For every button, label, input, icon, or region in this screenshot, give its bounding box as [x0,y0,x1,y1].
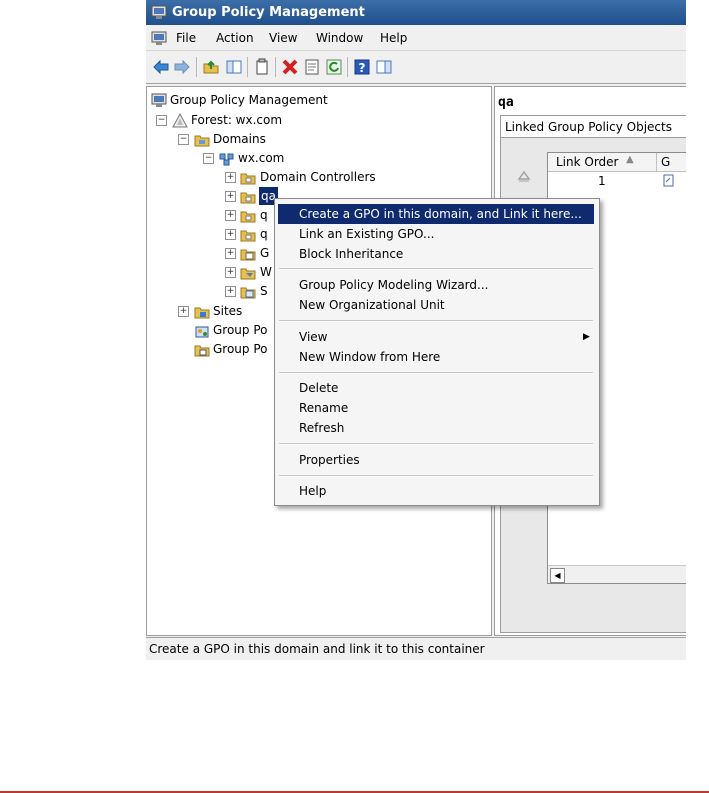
tree-domain-controllers-label[interactable]: Domain Controllers [260,168,376,186]
expand-toggle[interactable]: + [225,229,236,240]
domains-folder-icon [194,135,210,147]
show-action-pane-icon[interactable] [375,58,393,76]
submenu-arrow-icon: ▶ [583,332,590,342]
menu-new-ou[interactable]: New Organizational Unit [278,295,594,315]
gpmc-app-icon [151,5,167,19]
toolbar-separator [196,57,197,77]
column-header-link-order[interactable]: Link Order ▲ [548,153,657,172]
menu-action[interactable]: Action [216,31,254,45]
menu-bar: File Action View Window Help [146,25,686,51]
tree-sites-label[interactable]: Sites [213,302,242,320]
horizontal-scrollbar[interactable]: ◀ [548,565,686,583]
gp-modeling-icon [195,326,209,338]
menu-properties[interactable]: Properties [278,450,594,470]
menu-new-window-from-here[interactable]: New Window from Here [278,347,594,367]
system-menu-icon[interactable] [151,30,167,46]
wmi-filter-folder-icon [240,268,256,280]
tree-g-label[interactable]: G [260,244,269,262]
delete-icon[interactable] [281,58,299,76]
forward-arrow-icon[interactable] [173,58,191,76]
menu-link-existing-gpo[interactable]: Link an Existing GPO... [278,224,594,244]
expand-toggle[interactable]: + [225,248,236,259]
collapse-toggle[interactable]: − [156,115,167,126]
ou-folder-icon [240,173,256,185]
tree-w-label[interactable]: W [260,263,272,281]
status-text: Create a GPO in this domain and link it … [149,642,485,656]
menu-separator [279,443,593,445]
menu-window[interactable]: Window [316,31,363,45]
up-folder-icon[interactable] [202,58,220,76]
refresh-icon[interactable] [325,58,343,76]
tree-q-label[interactable]: q [260,206,268,224]
forest-icon [172,113,188,128]
tree-s-label[interactable]: S [260,282,268,300]
sites-icon [194,307,210,319]
menu-view[interactable]: View ▶ [278,327,594,347]
ou-folder-icon [240,230,256,242]
toolbar-separator [247,57,248,77]
tree-gp-results-label[interactable]: Group Po [213,340,268,358]
menu-separator [279,268,593,270]
menu-file[interactable]: File [176,31,196,45]
expand-toggle[interactable]: + [225,286,236,297]
status-bar: Create a GPO in this domain and link it … [146,637,686,660]
scroll-left-arrow-icon[interactable]: ◀ [550,568,565,583]
expand-toggle[interactable]: + [225,267,236,278]
expand-toggle[interactable]: + [225,210,236,221]
menu-rename[interactable]: Rename [278,398,594,418]
context-menu: Create a GPO in this domain, and Link it… [274,198,600,506]
details-header: qa [498,95,514,110]
menu-separator [279,372,593,374]
menu-gp-modeling-wizard[interactable]: Group Policy Modeling Wizard... [278,275,594,295]
show-hide-tree-icon[interactable] [225,58,243,76]
gpo-folder-icon [240,249,256,261]
tree-gp-modeling-label[interactable]: Group Po [213,321,268,339]
tree-domain-label[interactable]: wx.com [238,149,284,167]
tree-domains-label[interactable]: Domains [213,130,266,148]
toolbar-separator [347,57,348,77]
expand-toggle[interactable]: + [225,172,236,183]
expand-toggle[interactable]: + [225,191,236,202]
menu-view[interactable]: View [269,31,297,45]
ou-folder-icon [240,211,256,223]
sort-ascending-icon: ▲ [626,154,634,165]
title-bar[interactable]: Group Policy Management [146,0,686,25]
expand-toggle[interactable]: + [178,306,189,317]
menu-help[interactable]: Help [278,481,594,501]
window-title: Group Policy Management [172,5,365,20]
gp-results-icon [194,345,210,357]
help-icon[interactable]: ? [353,58,371,76]
properties-icon[interactable] [303,58,321,76]
tree-q-label[interactable]: q [260,225,268,243]
menu-create-gpo-and-link[interactable]: Create a GPO in this domain, and Link it… [278,204,594,224]
collapse-toggle[interactable]: − [178,134,189,145]
menu-delete[interactable]: Delete [278,378,594,398]
menu-block-inheritance[interactable]: Block Inheritance [278,244,594,264]
collapse-toggle[interactable]: − [203,153,214,164]
toolbar-separator [275,57,276,77]
table-row[interactable]: 1 [548,172,686,190]
svg-text:?: ? [359,61,366,75]
starter-gpo-folder-icon [240,287,256,299]
tab-linked-gpos[interactable]: Linked Group Policy Objects [500,115,686,138]
menu-refresh[interactable]: Refresh [278,418,594,438]
domain-icon [219,153,234,166]
move-link-up-icon[interactable] [517,168,531,182]
menu-help[interactable]: Help [380,31,407,45]
gpmc-root-icon [151,93,167,107]
clipboard-icon[interactable] [253,58,271,76]
tree-forest-label[interactable]: Forest: wx.com [191,111,282,129]
gpo-link-icon [663,174,674,187]
menu-separator [279,475,593,477]
column-header-gpo[interactable]: G [657,153,686,172]
ou-folder-icon [240,192,256,204]
tree-root-label[interactable]: Group Policy Management [170,91,328,109]
back-arrow-icon[interactable] [152,58,170,76]
toolbar: ? [146,51,686,84]
menu-separator [279,320,593,322]
